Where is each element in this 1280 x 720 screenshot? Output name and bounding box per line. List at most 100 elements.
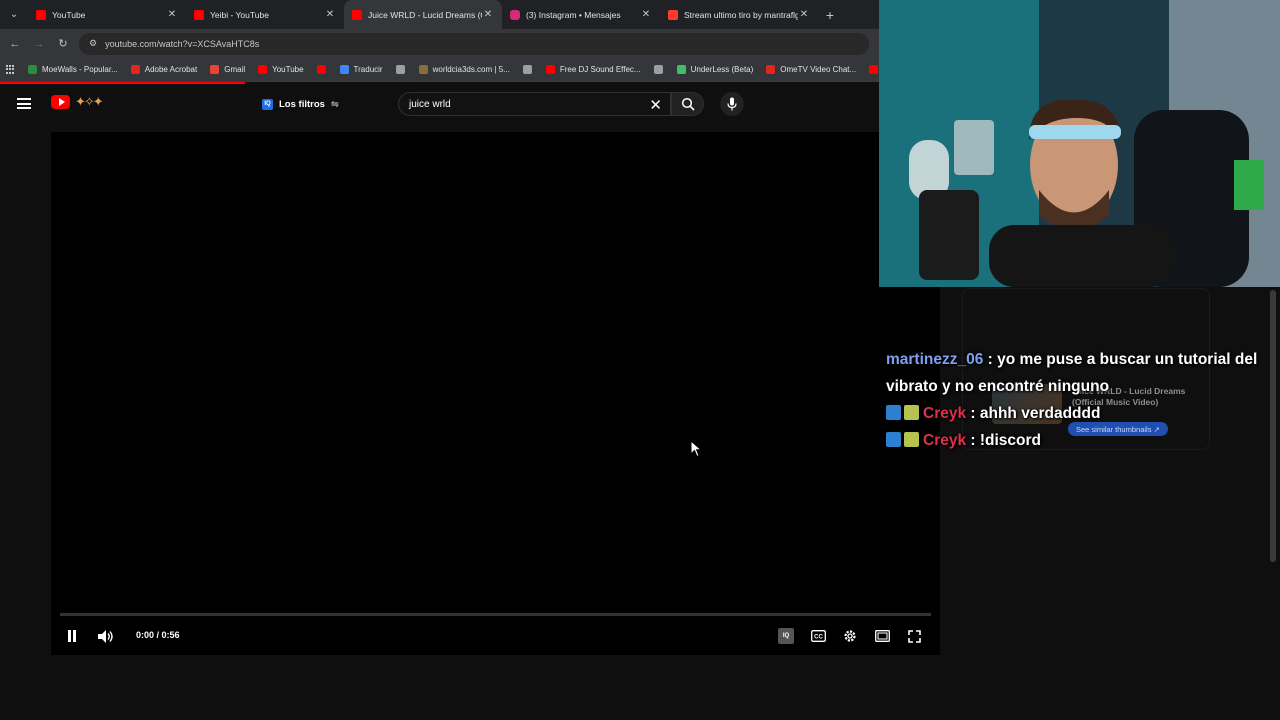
- tab-title: Yeibi - YouTube: [210, 9, 269, 20]
- bookmarks-bar: MoeWalls - Popular... Adobe Acrobat Gmail Y…: [0, 58, 880, 82]
- youtube-header: ✦✧✦ IQ Los filtros ⇋ juice wrld ✕: [0, 84, 880, 124]
- chat-message: martinezz_06 : yo me puse a buscar un tu…: [886, 346, 1274, 400]
- tab-search-chevron-icon[interactable]: ⌄: [0, 0, 28, 29]
- moderator-badge-icon: [886, 405, 901, 420]
- forward-icon[interactable]: →: [27, 38, 51, 50]
- bookmark-label: YouTube: [272, 65, 304, 74]
- youtube-icon: [36, 9, 46, 20]
- theater-mode-icon: [874, 630, 890, 642]
- volume-button[interactable]: [98, 628, 114, 644]
- address-bar: ← → ↻ ⚙ youtube.com/watch?v=XCSAvaHTC8s: [0, 29, 880, 58]
- close-tab-icon[interactable]: ✕: [482, 9, 494, 20]
- theater-mode-button[interactable]: [874, 628, 890, 644]
- chat-message: Creyk : ahhh verdadddd: [886, 400, 1274, 427]
- sliders-icon: ⇋: [330, 98, 339, 110]
- browser-tab[interactable]: Yeibi - YouTube ✕: [186, 0, 344, 29]
- back-icon[interactable]: ←: [3, 38, 27, 50]
- browser-tab[interactable]: YouTube ✕: [28, 0, 186, 29]
- bookmark-label: worldcia3ds.com | 5...: [432, 65, 510, 74]
- moderator-badge-icon: [886, 432, 901, 447]
- gear-icon: [844, 630, 856, 642]
- bookmark-label: Traducir: [353, 65, 383, 74]
- bookmark-favicon-icon: [28, 65, 37, 74]
- bookmark-item[interactable]: worldcia3ds.com | 5...: [418, 65, 510, 74]
- bookmark-item[interactable]: Free DJ Sound Effec...: [545, 65, 641, 74]
- bookmark-label: Adobe Acrobat: [144, 65, 198, 74]
- chat-username: Creyk: [923, 432, 967, 449]
- player-controls: 0:00 / 0:56 IQ CC: [51, 622, 940, 650]
- captions-button[interactable]: CC: [810, 628, 826, 644]
- extension-icon: IQ: [262, 98, 273, 110]
- tab-title: Juice WRLD - Lucid Dreams (Of: [368, 9, 482, 20]
- bookmark-item[interactable]: MoeWalls - Popular...: [28, 65, 118, 74]
- bookmark-favicon-icon: [130, 65, 140, 74]
- bookmark-item[interactable]: Traducir: [339, 65, 383, 74]
- bookmark-item[interactable]: [653, 65, 668, 74]
- bookmark-favicon-icon: [869, 65, 879, 74]
- volume-icon: [98, 629, 113, 643]
- vip-badge-icon: [904, 432, 919, 447]
- vip-badge-icon: [904, 405, 919, 420]
- new-tab-icon[interactable]: +: [818, 7, 842, 23]
- chat-username: martinezz_06: [886, 351, 984, 368]
- settings-button[interactable]: [842, 628, 858, 644]
- chat-text: : !discord: [970, 432, 1042, 449]
- bookmark-label: Gmail: [224, 65, 246, 74]
- search-button[interactable]: [671, 92, 704, 116]
- bookmark-item[interactable]: [395, 65, 410, 74]
- bookmark-item[interactable]: OmeTV Video Chat...: [766, 65, 856, 74]
- bookmark-favicon-icon: [653, 65, 663, 74]
- bookmark-favicon-icon: [395, 65, 405, 74]
- instagram-icon: [510, 9, 520, 20]
- filters-label: Los filtros: [279, 98, 325, 110]
- fullscreen-icon: [907, 629, 921, 643]
- captions-icon: CC: [810, 630, 826, 642]
- bookmark-item[interactable]: [316, 65, 331, 74]
- progress-bar[interactable]: [60, 613, 931, 616]
- filters-button[interactable]: IQ Los filtros ⇋: [262, 93, 339, 115]
- tab-title: YouTube: [52, 9, 86, 20]
- url-field[interactable]: ⚙ youtube.com/watch?v=XCSAvaHTC8s: [79, 32, 869, 55]
- close-tab-icon[interactable]: ✕: [324, 9, 336, 20]
- browser-tab[interactable]: Stream ultimo tiro by mantraflg ✕: [660, 0, 818, 29]
- clear-search-icon[interactable]: ✕: [649, 96, 662, 114]
- bookmark-favicon-icon: [522, 65, 532, 74]
- time-display: 0:00 / 0:56: [136, 630, 180, 640]
- search-input[interactable]: juice wrld ✕: [398, 92, 671, 116]
- browser-tab-active[interactable]: Juice WRLD - Lucid Dreams (Of ✕: [344, 0, 502, 29]
- svg-text:CC: CC: [814, 635, 823, 641]
- close-tab-icon[interactable]: ✕: [798, 9, 810, 20]
- bookmark-item[interactable]: UnderLess (Beta): [676, 65, 753, 74]
- bookmark-favicon-icon: [676, 65, 686, 74]
- bookmark-item[interactable]: Adobe Acrobat: [130, 65, 198, 74]
- search-icon: [681, 97, 695, 111]
- close-tab-icon[interactable]: ✕: [166, 9, 178, 20]
- bookmark-item[interactable]: [522, 65, 537, 74]
- url-text: youtube.com/watch?v=XCSAvaHTC8s: [105, 38, 260, 49]
- browser-tab[interactable]: (3) Instagram • Mensajes ✕: [502, 0, 660, 29]
- browser-tab-strip: ⌄ YouTube ✕ Yeibi - YouTube ✕ Juice WRLD…: [0, 0, 880, 29]
- tab-title: (3) Instagram • Mensajes: [526, 9, 621, 20]
- webcam-image: [879, 0, 1280, 287]
- bookmark-favicon-icon: [545, 65, 555, 74]
- bookmark-favicon-icon: [210, 65, 220, 74]
- bookmark-favicon-icon: [258, 65, 268, 74]
- stream-icon: [668, 9, 678, 20]
- site-info-icon[interactable]: ⚙: [89, 38, 97, 49]
- pause-button[interactable]: [65, 628, 79, 644]
- voice-search-button[interactable]: [720, 92, 744, 116]
- menu-icon[interactable]: [17, 98, 31, 109]
- bookmark-item[interactable]: Gmail: [210, 65, 245, 74]
- video-player[interactable]: 0:00 / 0:56 IQ CC: [51, 132, 940, 655]
- bookmark-item[interactable]: YouTube: [258, 65, 304, 74]
- chat-text: : ahhh verdadddd: [970, 405, 1101, 422]
- youtube-logo-icon[interactable]: [51, 95, 70, 109]
- apps-grid-icon[interactable]: [6, 64, 14, 75]
- fullscreen-button[interactable]: [906, 628, 922, 644]
- close-tab-icon[interactable]: ✕: [640, 9, 652, 20]
- reload-icon[interactable]: ↻: [51, 37, 75, 50]
- bookmark-label: MoeWalls - Popular...: [42, 65, 118, 74]
- extension-player-icon[interactable]: IQ: [778, 628, 794, 644]
- bookmark-favicon-icon: [418, 65, 428, 74]
- search-query: juice wrld: [409, 98, 451, 110]
